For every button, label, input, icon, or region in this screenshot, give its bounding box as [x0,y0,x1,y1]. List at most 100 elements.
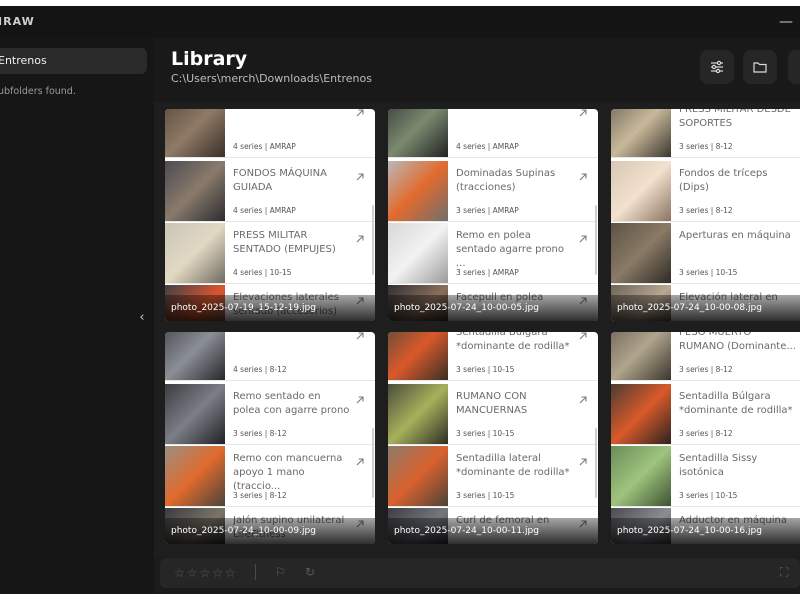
exercise-row[interactable]: Sentadilla Búlgara *dominante de rodilla… [388,332,598,381]
exercise-row[interactable]: Sentadilla Búlgara *dominante de rodilla… [611,384,800,445]
exercise-title: Aperturas en máquina [679,230,791,241]
photo-filename: photo_2025-07-24_10-00-11.jpg [388,518,598,544]
exercise-row[interactable]: Remo en polea sentado agarre prono ... 3 … [388,223,598,284]
photo-filename: photo_2025-07-24_10-00-16.jpg [611,518,800,544]
exercise-thumbnail [165,446,225,506]
exercise-thumbnail [611,384,671,444]
exercise-meta: 3 series | 10-15 [456,429,515,438]
exercise-row[interactable]: PESO MUERTO RUMANO (Dominante... 3 series… [611,332,800,381]
exercise-meta: 3 series | 8-12 [679,429,733,438]
exercise-title: Remo en polea sentado agarre prono ... [456,230,564,269]
exercise-row[interactable]: FONDOS MÁQUINA GUIADA 4 series | AMRAP [165,161,375,222]
exercise-thumbnail [611,161,671,221]
exercise-thumbnail [388,332,448,380]
exercise-thumbnail [165,109,225,157]
open-arrow-icon[interactable] [355,394,367,406]
exercise-title: PRESS MILITAR DESDE SOPORTES [679,109,791,129]
exercise-title: Fondos de tríceps (Dips) [679,168,768,193]
exercise-row[interactable]: RUMANO CON MANCUERNAS 3 series | 10-15 [388,384,598,445]
open-arrow-icon[interactable] [578,332,590,342]
exercise-row[interactable]: PRESS MILITAR DESDE SOPORTES 3 series | 8… [611,109,800,158]
exercise-meta: 3 series | AMRAP [456,268,519,277]
photo-filename: photo_2025-07-24_10-00-05.jpg [388,295,598,321]
card-scrollbar[interactable] [595,205,597,275]
card-scrollbar[interactable] [595,428,597,498]
exercise-thumbnail [165,332,225,380]
exercise-row[interactable]: Sentadilla lateral *dominante de rodilla… [388,446,598,507]
exercise-title: FONDOS MÁQUINA GUIADA [233,168,327,193]
exercise-title: Sentadilla Sissy isotónica [679,453,758,478]
exercise-row[interactable]: Dominadas Supinas (tracciones) 3 series |… [388,161,598,222]
open-arrow-icon[interactable] [355,109,367,119]
exercise-meta: 4 series | AMRAP [456,142,519,151]
open-arrow-icon[interactable] [578,394,590,406]
exercise-meta: 3 series | 8-12 [679,142,733,151]
card-scrollbar[interactable] [372,428,374,498]
minimize-button[interactable]: — [776,12,796,32]
app-title: IRAW [0,15,35,28]
exercise-thumbnail [388,223,448,283]
exercise-row[interactable]: 4 series | AMRAP [388,109,598,158]
folder-icon [753,62,767,73]
photo-card[interactable]: PESO MUERTO RUMANO (Dominante... 3 series… [611,332,800,544]
open-arrow-icon[interactable] [578,456,590,468]
photo-filename: photo_2025-07-24_10-00-08.jpg [611,295,800,321]
exercise-title: PRESS MILITAR SENTADO (EMPUJES) [233,230,336,255]
open-arrow-icon[interactable] [355,171,367,183]
open-folder-button[interactable] [743,50,777,84]
sidebar: Entrenos ubfolders found. ‹ [0,38,154,594]
exercise-thumbnail [611,332,671,380]
exercise-meta: 4 series | 10-15 [233,268,292,277]
open-arrow-icon[interactable] [355,332,367,342]
divider [255,564,256,580]
photo-card[interactable]: 4 series | AMRAP Dominadas Supinas (tracc… [388,109,598,321]
breadcrumb-path: C:\Users\merch\Downloads\Entrenos [171,72,372,85]
rotate-icon[interactable]: ↻ [305,565,315,579]
exercise-row[interactable]: Remo con mancuerna apoyo 1 mano (traccio… [165,446,375,507]
exercise-meta: 3 series | 8-12 [679,365,733,374]
photo-filename: photo_2025-07-19_15-12-19.jpg [165,295,375,321]
exercise-meta: 3 series | 8-12 [233,491,287,500]
exercise-meta: 3 series | 10-15 [456,491,515,500]
photo-card[interactable]: 4 series | 8-12 Remo sentado en polea con… [165,332,375,544]
exercise-row[interactable]: Sentadilla Sissy isotónica 3 series | 10-… [611,446,800,507]
exercise-row[interactable]: 4 series | AMRAP [165,109,375,158]
flag-icon[interactable]: ⚐ [275,565,286,579]
exercise-thumbnail [165,384,225,444]
card-scrollbar[interactable] [372,205,374,275]
exercise-row[interactable]: 4 series | 8-12 [165,332,375,381]
collapse-sidebar-icon[interactable]: ‹ [135,310,149,325]
fit-view-icon[interactable]: ⛶ [780,565,788,580]
exercise-row[interactable]: Fondos de tríceps (Dips) 3 series | 8-12 [611,161,800,222]
more-button[interactable]: ⋯ [788,50,800,84]
filter-button[interactable] [700,50,734,84]
exercise-thumbnail [388,384,448,444]
exercise-meta: 3 series | 8-12 [233,429,287,438]
exercise-meta: 3 series | 10-15 [456,365,515,374]
photo-card[interactable]: Sentadilla Búlgara *dominante de rodilla… [388,332,598,544]
exercise-thumbnail [611,223,671,283]
open-arrow-icon[interactable] [578,171,590,183]
sidebar-item-entrenos[interactable]: Entrenos [0,48,147,74]
exercise-meta: 4 series | AMRAP [233,206,296,215]
exercise-row[interactable]: Aperturas en máquina 3 series | 10-15 [611,223,800,284]
exercise-meta: 3 series | 8-12 [679,206,733,215]
exercise-thumbnail [165,161,225,221]
rating-stars[interactable]: ☆☆☆☆☆ [174,566,238,580]
exercise-thumbnail [388,161,448,221]
open-arrow-icon[interactable] [578,109,590,119]
photo-card[interactable]: 4 series | AMRAP FONDOS MÁQUINA GUIADA 4 s… [165,109,375,321]
exercise-row[interactable]: PRESS MILITAR SENTADO (EMPUJES) 4 series … [165,223,375,284]
title-bar: IRAW — [0,6,800,38]
page-title: Library [171,48,248,70]
open-arrow-icon[interactable] [355,233,367,245]
open-arrow-icon[interactable] [578,233,590,245]
exercise-thumbnail [165,223,225,283]
exercise-thumbnail [388,446,448,506]
bottom-toolbar: ☆☆☆☆☆ ⚐ ↻ ⛶ [160,558,800,588]
sliders-icon [711,60,723,74]
exercise-row[interactable]: Remo sentado en polea con agarre prono 3 … [165,384,375,445]
exercise-title: PESO MUERTO RUMANO (Dominante... [679,332,796,352]
open-arrow-icon[interactable] [355,456,367,468]
photo-card[interactable]: PRESS MILITAR DESDE SOPORTES 3 series | 8… [611,109,800,321]
